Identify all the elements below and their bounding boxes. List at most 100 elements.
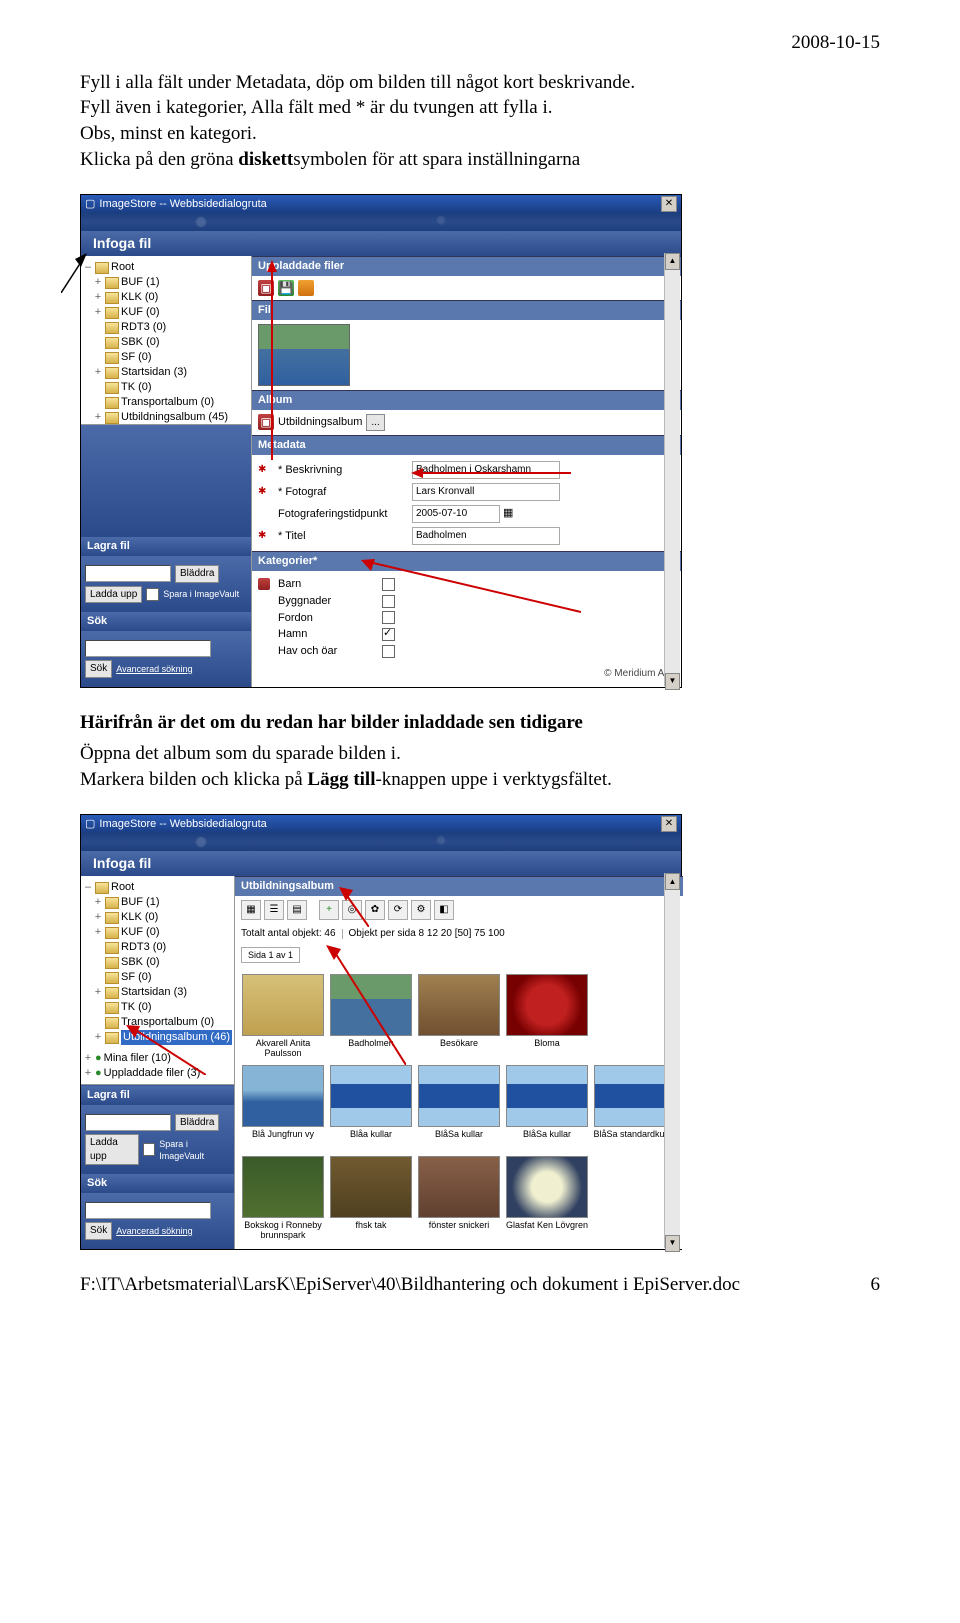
advanced-search-link[interactable]: Avancerad sökning [116, 1225, 192, 1237]
file-input[interactable] [85, 1114, 171, 1131]
search-input[interactable] [85, 1202, 211, 1219]
label-uploaded: Uppladdade filer [252, 256, 681, 276]
scroll-down-icon: ▼ [665, 1235, 680, 1252]
thumbnail-grid: Akvarell Anita Paulsson Badholmen Besöka… [235, 966, 683, 1249]
add-icon[interactable]: + [319, 900, 339, 920]
album-name: Utbildningsalbum [278, 415, 362, 430]
label-lagra: Lagra fil [81, 1086, 234, 1105]
section-label: Infoga fil [81, 851, 681, 876]
scroll-up-icon: ▲ [665, 253, 680, 270]
thumbnail-item[interactable]: Akvarell Anita Paulsson [241, 974, 325, 1059]
upload-icon: ● [95, 1066, 102, 1081]
sidebar: –Root +BUF (1) +KLK (0) +KUF (0) RDT3 (0… [81, 256, 252, 686]
user-icon: ● [95, 1051, 102, 1066]
required-icon: ✱ [258, 529, 274, 543]
field-fotograf[interactable] [412, 483, 560, 501]
search-panel: Sök Avancerad sökning [81, 631, 251, 687]
thumbnail-item[interactable]: Blåa kullar [329, 1065, 413, 1150]
titlebar: ▢ ImageStore -- Webbsidedialogruta ✕ [81, 195, 681, 213]
gear-icon[interactable]: ⚙ [411, 900, 431, 920]
screenshot-album: ▢ ImageStore -- Webbsidedialogruta ✕ Inf… [80, 814, 682, 1249]
page-footer: F:\IT\Arbetsmaterial\LarsK\EpiServer\40\… [80, 1272, 880, 1298]
view-detail-icon[interactable]: ▤ [287, 900, 307, 920]
save-iv-checkbox[interactable] [143, 1143, 155, 1156]
label-lagra: Lagra fil [81, 537, 251, 556]
advanced-search-link[interactable]: Avancerad sökning [116, 663, 192, 675]
upload-button[interactable]: Ladda upp [85, 1134, 139, 1165]
view-list-icon[interactable]: ☰ [264, 900, 284, 920]
arrow-to-album-tree [126, 1025, 206, 1075]
label-album: Album [252, 390, 681, 410]
save-iv-checkbox[interactable] [146, 588, 159, 601]
cat-icon [258, 578, 270, 590]
footer-page-number: 6 [871, 1272, 881, 1298]
field-titel[interactable] [412, 527, 560, 545]
search-button[interactable]: Sök [85, 660, 112, 678]
page-date: 2008-10-15 [80, 30, 880, 56]
close-icon[interactable]: ✕ [661, 816, 677, 832]
decor-bar [81, 833, 681, 851]
search-button[interactable]: Sök [85, 1222, 112, 1240]
section-label: Infoga fil [81, 231, 681, 256]
cat-checkbox[interactable] [382, 645, 395, 658]
calendar-icon[interactable]: ▦ [503, 507, 513, 519]
album-title: Utbildningsalbum [235, 876, 683, 896]
view-grid-icon[interactable]: ▦ [241, 900, 261, 920]
copyright: © Meridium AB [252, 665, 681, 687]
scroll-down-icon: ▼ [665, 673, 680, 690]
thumbnail-item[interactable]: BlåSa kullar [417, 1065, 501, 1150]
album-browse-button[interactable]: ... [366, 414, 384, 432]
app-icon: ▢ [85, 817, 95, 832]
arrow-to-disk [262, 260, 282, 460]
search-panel: Sök Avancerad sökning [81, 1193, 234, 1249]
upload-panel: Bläddra Ladda uppSpara i ImageVault [81, 1105, 234, 1175]
label-metadata: Metadata [252, 435, 681, 455]
window-title: ▢ ImageStore -- Webbsidedialogruta [85, 197, 267, 212]
album-panel: Utbildningsalbum ▦ ☰ ▤ + ◎ ✿ ⟳ ⚙ ◧ Total… [235, 876, 683, 1248]
footer-path: F:\IT\Arbetsmaterial\LarsK\EpiServer\40\… [80, 1272, 740, 1298]
label-search: Sök [81, 612, 251, 631]
label-fil: Fil [252, 300, 681, 320]
thumbnail-item[interactable]: fhsk tak [329, 1156, 413, 1241]
scrollbar[interactable]: ▲▼ [664, 873, 680, 1247]
toolbar: ▦ ☰ ▤ + ◎ ✿ ⟳ ⚙ ◧ [235, 896, 683, 924]
page-indicator: Sida 1 av 1 [241, 947, 300, 963]
thumbnail-item[interactable]: Besökare [417, 974, 501, 1059]
arrow-to-metadata [411, 463, 571, 483]
section-heading: Härifrån är det om du redan har bilder i… [80, 710, 880, 736]
file-input[interactable] [85, 565, 171, 582]
arrow-to-tree [61, 253, 91, 293]
thumbnail-item[interactable]: Bloma [505, 974, 589, 1059]
arrow-to-add-button [339, 887, 369, 927]
browse-button[interactable]: Bläddra [175, 565, 219, 583]
thumbnail-item[interactable]: Glasfat Ken Lövgren [505, 1156, 589, 1241]
thumbnail-item[interactable]: Blå Jungfrun vy [241, 1065, 325, 1150]
folder-tree[interactable]: –Root +BUF (1) +KLK (0) +KUF (0) RDT3 (0… [81, 256, 251, 425]
album-info: Totalt antal objekt: 46 Objekt per sida … [235, 924, 683, 944]
scroll-up-icon: ▲ [665, 873, 680, 890]
paragraph-1: Fyll i alla fält under Metadata, döp om … [80, 70, 880, 173]
titlebar: ▢ ImageStore -- Webbsidedialogruta ✕ [81, 815, 681, 833]
scrollbar[interactable]: ▲▼ [664, 253, 680, 685]
tool-icon[interactable]: ⟳ [388, 900, 408, 920]
thumbnail-item[interactable]: Bokskog i Ronneby brunnspark [241, 1156, 325, 1241]
arrow-to-categories [361, 557, 581, 617]
field-tidpunkt[interactable] [412, 505, 500, 523]
arrow-to-thumbnail [326, 945, 406, 1065]
screenshot-upload: ▢ ImageStore -- Webbsidedialogruta ✕ Inf… [80, 194, 682, 687]
thumbnail-item[interactable]: BlåSa kullar [505, 1065, 589, 1150]
close-icon[interactable]: ✕ [661, 196, 677, 212]
window-title: ▢ ImageStore -- Webbsidedialogruta [85, 817, 267, 832]
search-input[interactable] [85, 640, 211, 657]
decor-bar [81, 213, 681, 231]
tool-icon[interactable]: ◧ [434, 900, 454, 920]
action-icon[interactable] [298, 280, 314, 296]
upload-button[interactable]: Ladda upp [85, 586, 142, 604]
browse-button[interactable]: Bläddra [175, 1114, 219, 1132]
upload-panel: Bläddra Ladda uppSpara i ImageVault [81, 556, 251, 612]
thumbnail-item[interactable]: fönster snickeri [417, 1156, 501, 1241]
app-icon: ▢ [85, 197, 95, 212]
paragraph-2: Öppna det album som du sparade bilden i.… [80, 741, 880, 792]
cat-checkbox-hamn[interactable] [382, 628, 395, 641]
required-icon: ✱ [258, 485, 274, 499]
